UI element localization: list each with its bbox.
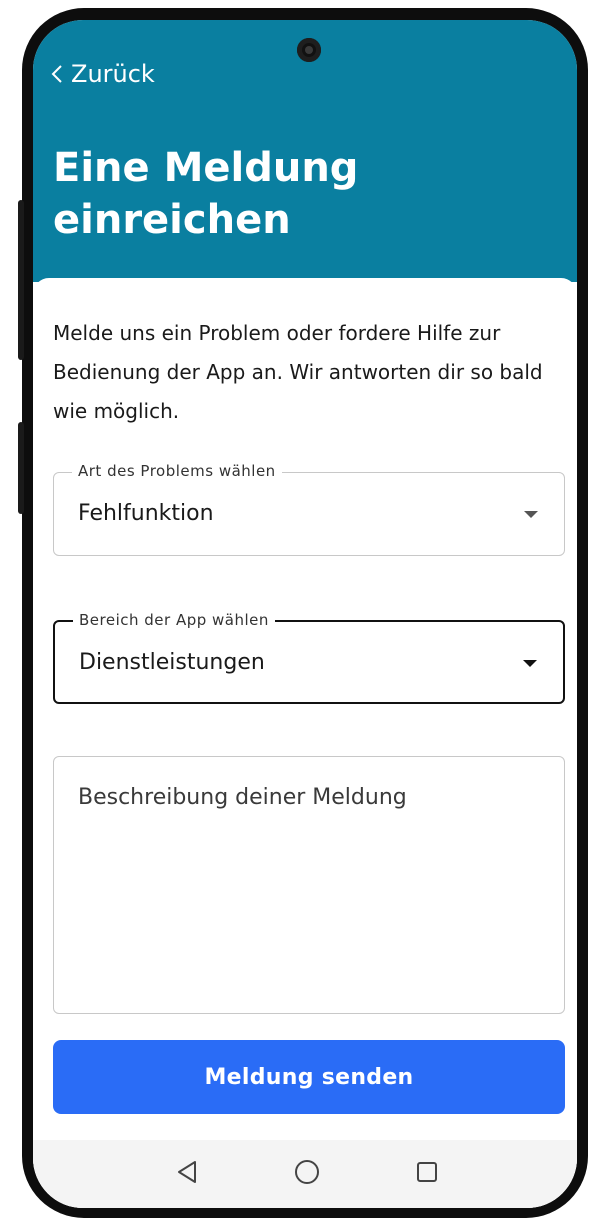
app-area-label: Bereich der App wählen bbox=[73, 611, 275, 629]
problem-type-select[interactable]: Art des Problems wählen Fehlfunktion bbox=[53, 462, 565, 556]
dropdown-arrow-icon bbox=[523, 660, 537, 667]
intro-text: Melde uns ein Problem oder fordere Hilfe… bbox=[53, 321, 543, 423]
chevron-left-icon bbox=[51, 64, 63, 84]
app-area-select[interactable]: Bereich der App wählen Dienstleistungen bbox=[53, 611, 565, 704]
screen: Zurück Eine Meldung einreichen Melde uns… bbox=[33, 20, 577, 1208]
page-title: Eine Meldung einreichen bbox=[53, 145, 359, 243]
problem-type-value: Fehlfunktion bbox=[78, 501, 214, 526]
app-area-value: Dienstleistungen bbox=[79, 650, 265, 675]
front-camera bbox=[297, 38, 321, 62]
back-link[interactable]: Zurück bbox=[51, 60, 155, 88]
header: Zurück Eine Meldung einreichen bbox=[33, 20, 577, 282]
recents-square-icon[interactable] bbox=[411, 1156, 443, 1188]
back-label: Zurück bbox=[71, 60, 155, 88]
volume-button bbox=[18, 200, 24, 360]
dropdown-arrow-icon bbox=[524, 511, 538, 518]
android-navigation-bar bbox=[33, 1140, 577, 1208]
problem-type-label: Art des Problems wählen bbox=[72, 462, 282, 480]
power-button bbox=[18, 422, 24, 514]
submit-report-button[interactable]: Meldung senden bbox=[53, 1040, 565, 1114]
home-circle-icon[interactable] bbox=[291, 1156, 323, 1188]
description-textarea[interactable]: Beschreibung deiner Meldung bbox=[53, 756, 565, 1014]
description-placeholder: Beschreibung deiner Meldung bbox=[78, 785, 407, 810]
back-triangle-icon[interactable] bbox=[171, 1156, 203, 1188]
form-container: Melde uns ein Problem oder fordere Hilfe… bbox=[33, 278, 577, 1208]
